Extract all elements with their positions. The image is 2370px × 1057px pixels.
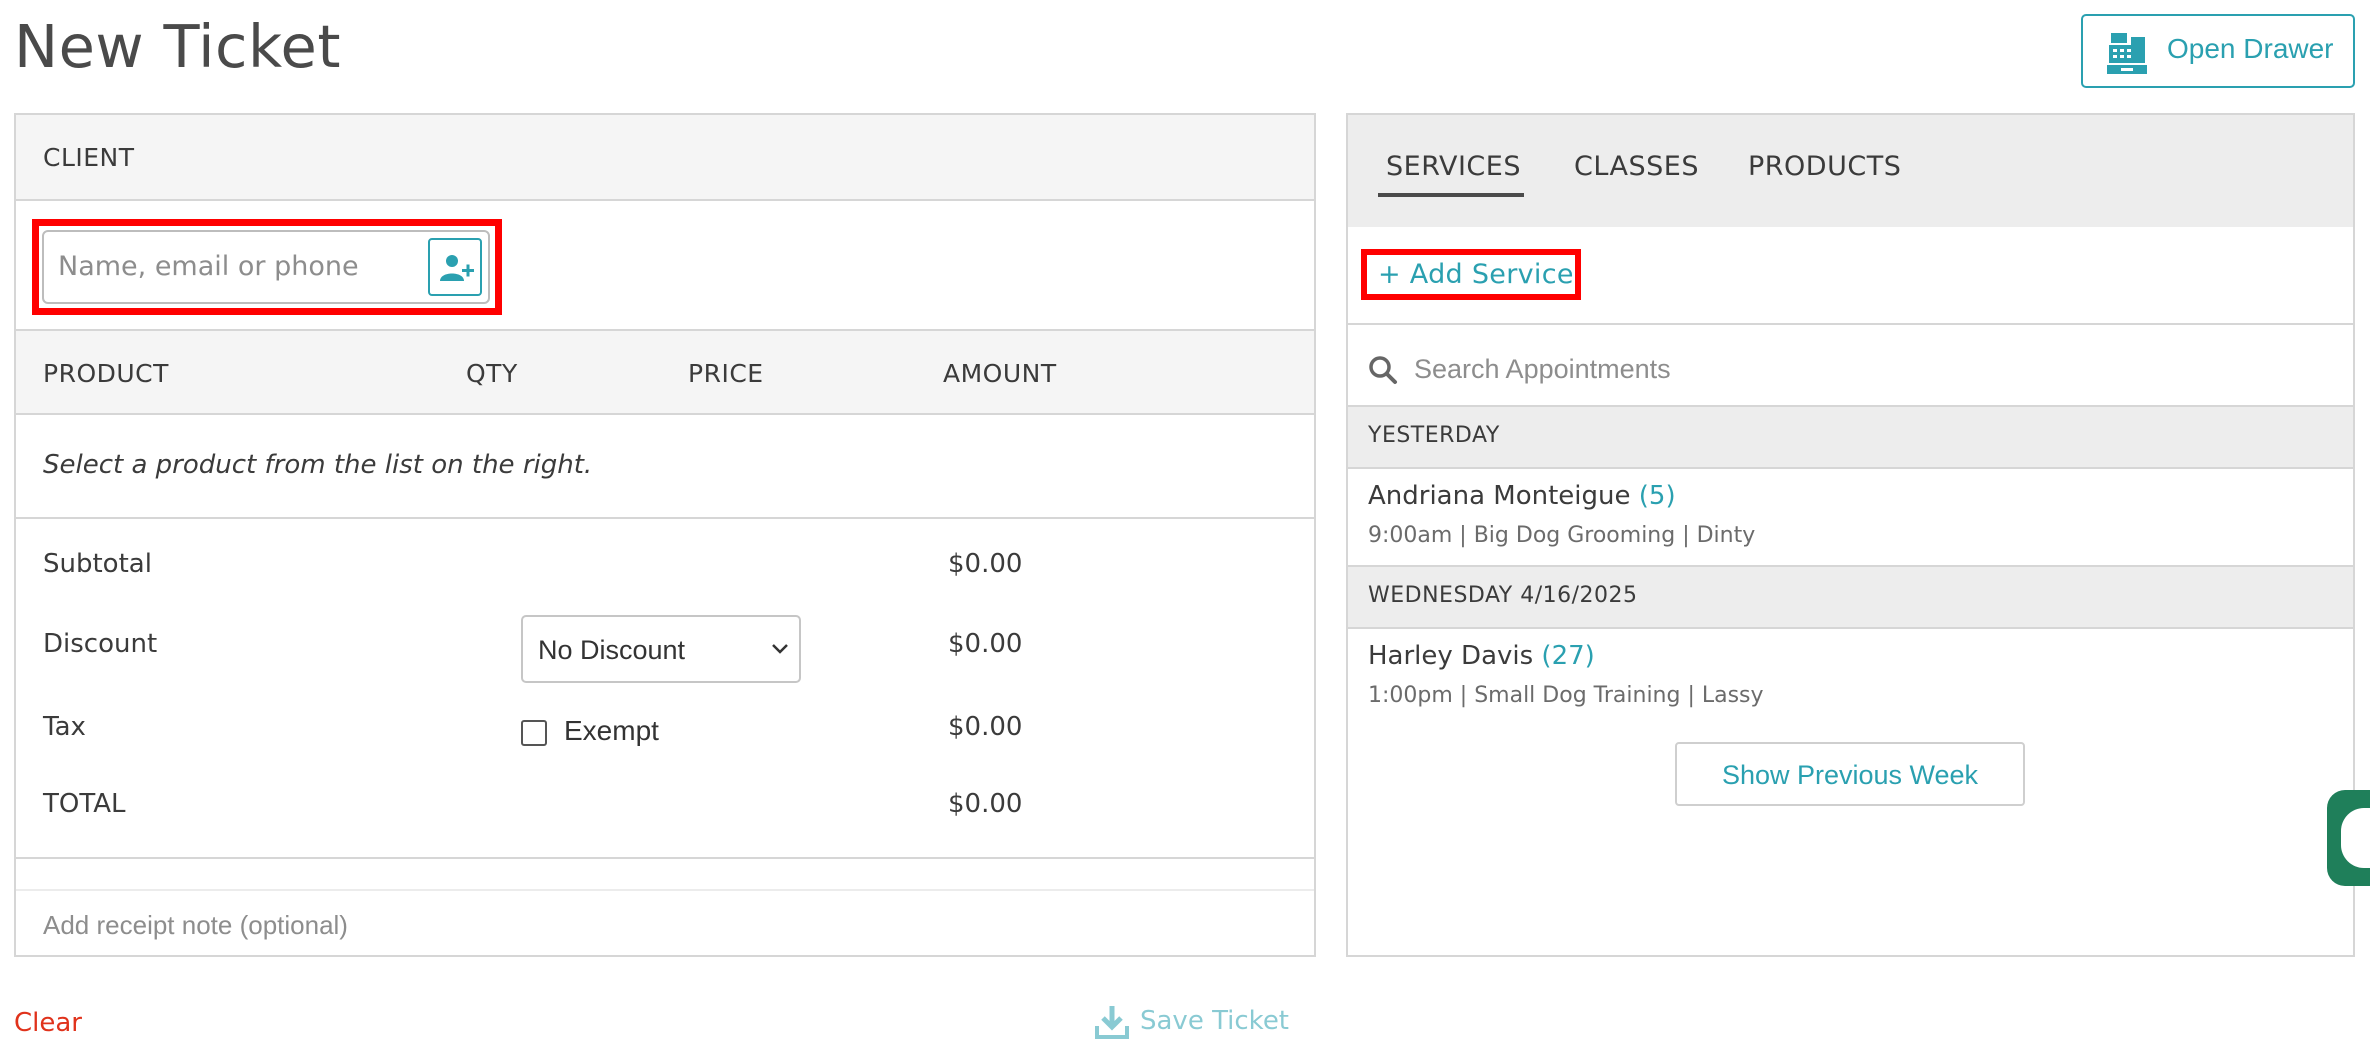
discount-value: $0.00	[948, 629, 1023, 659]
help-chat-widget[interactable]	[2327, 790, 2370, 886]
column-qty: QTY	[466, 359, 518, 388]
group-header-label: WEDNESDAY 4/16/2025	[1368, 583, 1638, 608]
tab-products[interactable]: PRODUCTS	[1748, 151, 1901, 182]
add-service-link[interactable]: + Add Service	[1378, 259, 1574, 290]
discount-label: Discount	[43, 629, 158, 659]
show-previous-week-button[interactable]: Show Previous Week	[1675, 742, 2025, 806]
appointment-count: (5)	[1638, 481, 1676, 511]
subtotal-value: $0.00	[948, 549, 1023, 579]
tab-services[interactable]: SERVICES	[1386, 151, 1521, 182]
add-user-icon	[440, 255, 474, 281]
tax-label: Tax	[43, 712, 86, 742]
subtotal-label: Subtotal	[43, 549, 152, 579]
empty-products-message: Select a product from the list on the ri…	[43, 450, 593, 480]
chat-bot-icon	[2341, 808, 2370, 868]
ticket-panel: CLIENT PRODUCT QTY PRICE AMOUNT Select a…	[14, 113, 1316, 957]
appointment-client-line: Harley Davis (27)	[1368, 641, 1595, 671]
column-amount: AMOUNT	[943, 359, 1057, 388]
search-appointments-input[interactable]	[1414, 347, 2314, 391]
client-heading: CLIENT	[43, 143, 135, 172]
product-table-header: PRODUCT QTY PRICE AMOUNT	[16, 329, 1314, 415]
divider	[16, 857, 1314, 859]
discount-selected-value: No Discount	[538, 635, 686, 665]
save-ticket-label: Save Ticket	[1140, 1006, 1290, 1036]
tab-classes[interactable]: CLASSES	[1574, 151, 1699, 182]
column-product: PRODUCT	[43, 359, 169, 388]
catalog-tabs: SERVICES CLASSES PRODUCTS	[1348, 115, 2353, 227]
divider	[16, 889, 1314, 891]
active-tab-indicator	[1378, 193, 1524, 197]
total-label: TOTAL	[43, 789, 126, 819]
open-drawer-label: Open Drawer	[2167, 33, 2334, 64]
appointment-item[interactable]: Harley Davis (27) 1:00pm | Small Dog Tra…	[1348, 629, 2353, 725]
divider	[1348, 323, 2353, 325]
search-icon	[1369, 356, 1397, 384]
appointment-count: (27)	[1541, 641, 1595, 671]
chevron-down-icon	[772, 644, 788, 654]
group-header-yesterday: YESTERDAY	[1348, 407, 2353, 467]
divider	[16, 517, 1314, 519]
page-title: New Ticket	[14, 12, 341, 81]
total-value: $0.00	[948, 789, 1023, 819]
tax-value: $0.00	[948, 712, 1023, 742]
receipt-note-input[interactable]	[43, 903, 1243, 947]
appointment-client-line: Andriana Monteigue (5)	[1368, 481, 1676, 511]
download-icon	[1095, 1006, 1129, 1039]
add-client-button[interactable]	[428, 238, 482, 296]
catalog-panel: SERVICES CLASSES PRODUCTS + Add Service …	[1346, 113, 2355, 957]
appointment-item[interactable]: Andriana Monteigue (5) 9:00am | Big Dog …	[1348, 469, 2353, 565]
client-search-field	[42, 230, 490, 304]
show-previous-week-label: Show Previous Week	[1721, 760, 1979, 790]
client-section-header: CLIENT	[16, 115, 1314, 201]
cash-register-icon	[2107, 33, 2147, 74]
appointment-client-name: Andriana Monteigue	[1368, 481, 1631, 511]
appointment-client-name: Harley Davis	[1368, 641, 1534, 671]
appointment-detail: 9:00am | Big Dog Grooming | Dinty	[1368, 523, 1756, 548]
group-header-label: YESTERDAY	[1368, 423, 1500, 448]
discount-select[interactable]: No Discount	[521, 615, 801, 683]
tax-exempt-checkbox[interactable]	[521, 720, 547, 746]
clear-button[interactable]: Clear	[14, 1008, 82, 1038]
group-header-wednesday: WEDNESDAY 4/16/2025	[1348, 567, 2353, 627]
tax-exempt-label: Exempt	[564, 715, 659, 746]
open-drawer-button[interactable]: Open Drawer	[2081, 14, 2355, 88]
client-search-input[interactable]	[58, 246, 418, 286]
column-price: PRICE	[688, 359, 764, 388]
appointment-detail: 1:00pm | Small Dog Training | Lassy	[1368, 683, 1764, 708]
